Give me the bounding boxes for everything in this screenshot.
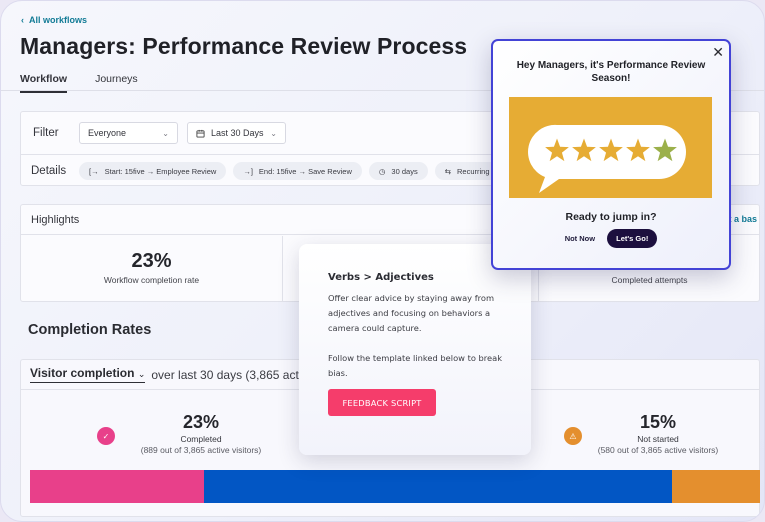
speech-bubble-icon — [528, 124, 686, 193]
chip-label: End: 15five → Save Review — [258, 166, 352, 176]
stat-detail: (580 out of 3,865 active visitors) — [597, 445, 719, 455]
segment-select[interactable]: Everyone ⌄ — [79, 122, 178, 144]
stat-label: Completed — [180, 434, 222, 444]
highlight-value: 23% — [131, 250, 172, 272]
check-circle-icon: ✓ — [97, 427, 115, 445]
section-title: Completion Rates — [28, 322, 152, 338]
guide-tooltip: Verbs > Adjectives Offer clear advice by… — [299, 244, 531, 455]
date-range-select[interactable]: Last 30 Days ⌄ — [187, 122, 286, 144]
metric-select[interactable]: Visitor completion ⌄ — [30, 366, 146, 383]
completion-bar — [30, 470, 760, 503]
chevron-left-icon: ‹ — [21, 15, 24, 25]
tooltip-body-2: Follow the template linked below to brea… — [328, 353, 503, 378]
recurring-icon: ⇆ — [444, 166, 451, 176]
page-title: Managers: Performance Review Process — [20, 33, 468, 59]
segment-value: Everyone — [88, 128, 127, 138]
lets-go-button[interactable]: Let's Go! — [607, 229, 658, 248]
stat-completed: 23% Completed (889 out of 3,865 active v… — [136, 412, 266, 455]
bar-segment-not-started — [672, 470, 760, 503]
details-label: Details — [31, 165, 67, 177]
stat-not-started: 15% Not started (580 out of 3,865 active… — [573, 412, 743, 455]
stat-value: 23% — [182, 412, 220, 432]
chevron-down-icon: ⌄ — [137, 369, 146, 379]
modal-title: Hey Managers, it's Performance Review Se… — [516, 60, 706, 84]
highlight-label: Completed attempts — [611, 275, 688, 285]
modal-question: Ready to jump in? — [565, 211, 657, 223]
stat-detail: (889 out of 3,865 active visitors) — [140, 445, 262, 455]
chevron-down-icon: ⌄ — [162, 128, 169, 138]
duration-chip[interactable]: ◷ 30 days — [368, 162, 428, 180]
bar-segment-completed — [30, 470, 205, 503]
date-range-value: Last 30 Days — [211, 128, 264, 138]
stat-value: 15% — [639, 412, 677, 432]
highlight-completion-rate: 23% Workflow completion rate — [21, 236, 283, 302]
bar-segment-in-progress — [204, 470, 673, 503]
chip-label: Recurring — [457, 166, 490, 176]
clock-icon: ◷ — [378, 166, 386, 176]
back-link-label: All workflows — [29, 15, 88, 25]
tooltip-title: Verbs > Adjectives — [328, 272, 434, 283]
start-icon: [→ — [89, 166, 99, 176]
tooltip-body: Offer clear advice by staying away from … — [328, 293, 495, 333]
filter-label: Filter — [33, 127, 59, 139]
modal-actions: Not Now Let's Go! — [493, 229, 729, 248]
highlight-label: Workflow completion rate — [103, 275, 200, 285]
not-now-button[interactable]: Not Now — [565, 234, 595, 243]
metric-select-value: Visitor completion — [30, 366, 135, 380]
end-chip[interactable]: →] End: 15five → Save Review — [233, 162, 362, 180]
back-link[interactable]: ‹ All workflows — [21, 15, 87, 25]
chevron-down-icon: ⌄ — [270, 128, 277, 138]
recurring-chip[interactable]: ⇆ Recurring — [434, 162, 500, 180]
end-icon: →] — [243, 166, 253, 176]
app-window: ‹ All workflows Managers: Performance Re… — [0, 0, 765, 522]
rating-illustration — [509, 97, 712, 198]
chip-label: Start: 15five → Employee Review — [104, 166, 217, 176]
announcement-modal: ✕ Hey Managers, it's Performance Review … — [491, 39, 731, 270]
stat-label: Not started — [637, 434, 679, 444]
start-chip[interactable]: [→ Start: 15five → Employee Review — [79, 162, 227, 180]
calendar-icon — [196, 129, 205, 138]
feedback-script-button[interactable]: FEEDBACK SCRIPT — [328, 389, 436, 416]
chip-label: 30 days — [391, 166, 418, 176]
